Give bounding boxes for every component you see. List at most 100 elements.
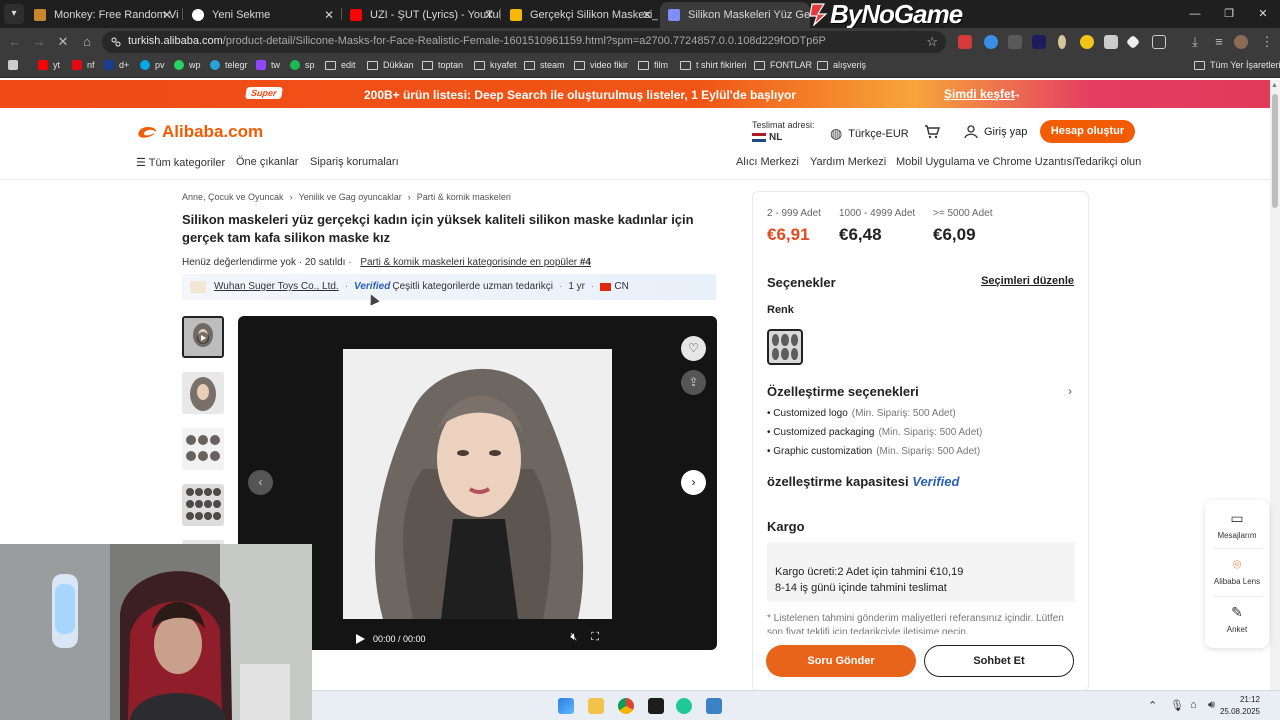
messages-button[interactable]: ▭ Mesajlarım [1205,510,1269,540]
bookmark-yt[interactable]: yt [38,60,60,70]
bookmark-dplus[interactable]: d+ [104,60,129,70]
fullscreen-icon[interactable]: ⛶ [591,631,599,644]
alibaba-logo[interactable]: Alibaba.com [136,122,263,142]
ranking-link[interactable]: Parti & komik maskeleri kategorisinde en… [360,257,591,268]
site-info-icon[interactable] [110,36,122,48]
forward-arrow-icon[interactable]: → [30,33,48,51]
close-tab-icon[interactable]: ✕ [484,8,494,22]
bookmark-telegr[interactable]: telegr [210,60,248,70]
thumbnail-image[interactable] [182,484,224,526]
all-bookmarks-folder[interactable]: Tüm Yer İşaretleri [1194,60,1280,70]
thumbnail-image[interactable] [182,428,224,470]
cart-button[interactable] [924,125,940,139]
system-clock[interactable]: 21:12 25.08.2025 [1220,694,1260,718]
bookmark-folder-kiyafet[interactable]: kıyafet [474,60,517,70]
play-icon[interactable] [356,634,365,644]
media-control-icon[interactable]: ≡ [1210,33,1228,51]
bookmark-star-icon[interactable]: ☆ [926,34,938,50]
bookmark-folder-edit[interactable]: edit [325,60,356,70]
alibaba-lens-button[interactable]: ⌾ Alibaba Lens [1205,556,1269,586]
chat-now-button[interactable]: Sohbet Et [924,645,1074,677]
next-image-arrow-icon[interactable]: › [681,470,706,495]
bookmark-folder-toptan[interactable]: toptan [422,60,463,70]
login-button[interactable]: Giriş yap [964,125,1027,139]
nav-order-protection[interactable]: Sipariş korumaları [310,156,399,168]
address-bar[interactable]: turkish.alibaba.com/product-detail/Silic… [102,31,946,53]
profile-avatar[interactable] [1234,35,1248,49]
supplier-name-link[interactable]: Wuhan Suger Toys Co., Ltd. [214,281,339,292]
survey-button[interactable]: ✎ Anket [1205,604,1269,634]
extension-icon[interactable] [1008,35,1022,49]
back-arrow-icon[interactable]: ← [6,33,24,51]
promo-banner[interactable]: Super 200B+ ürün listesi: Deep Search il… [0,80,1270,108]
delivery-address-selector[interactable]: Teslimat adresi: NL [752,120,815,143]
all-categories-menu[interactable]: ☰ Tüm kategoriler [136,156,225,169]
customization-heading[interactable]: Özelleştirme seçenekleri [767,384,919,399]
close-tab-icon[interactable]: ✕ [162,8,172,22]
url-text[interactable]: turkish.alibaba.com/product-detail/Silic… [128,35,826,47]
thumbnail-image[interactable] [182,372,224,414]
app-taskbar-icon[interactable] [648,698,664,714]
volume-icon[interactable]: 🔊︎ [1208,699,1215,712]
thumbnail-video[interactable] [182,316,224,358]
signup-button[interactable]: Hesap oluştur [1040,120,1135,143]
tray-chevron-up-icon[interactable]: ⌃ [1148,699,1157,712]
apps-grid-icon[interactable] [8,60,23,70]
bookmark-folder-tshirt[interactable]: t shirt fikirleri [680,60,747,70]
extension-icon[interactable] [1032,35,1046,49]
download-icon[interactable]: ⤓ [1186,33,1204,51]
shield-extension-icon[interactable] [1104,35,1118,49]
edit-selections-link[interactable]: Seçimleri düzenle [981,275,1074,287]
share-icon[interactable]: ⇪ [681,370,706,395]
restore-icon[interactable]: ❐ [1212,0,1246,28]
nav-mobile-app[interactable]: Mobil Uygulama ve Chrome Uzantısı [896,156,1075,168]
tab-search-button[interactable]: ▾ [4,4,24,24]
bookmark-pv[interactable]: pv [140,60,165,70]
nav-become-supplier[interactable]: Tedarikçi olun [1074,156,1141,168]
tab-monkey[interactable]: Monkey: Free Random Video C ✕ [26,2,178,28]
bookmark-folder-steam[interactable]: steam [524,60,565,70]
nav-buyer-center[interactable]: Alıcı Merkezi [736,156,799,168]
close-tab-icon[interactable]: ✕ [324,8,334,22]
scrollbar-thumb[interactable] [1272,94,1278,208]
breadcrumb-item[interactable]: Anne, Çocuk ve Oyuncak [182,192,284,202]
nav-help-center[interactable]: Yardım Merkezi [810,156,886,168]
tab-new-tab[interactable]: Yeni Sekme ✕ [184,2,340,28]
color-swatch-selected[interactable] [767,329,803,365]
adblock-extension-icon[interactable] [958,35,972,49]
tab-alibaba-active[interactable]: Silikon Maskeleri Yüz Gerçekçi [660,2,810,28]
bookmark-folder-video-fikir[interactable]: video fikir [574,60,628,70]
chrome-taskbar-icon[interactable] [618,698,634,714]
bookmark-folder-alisveris[interactable]: alışveriş [817,60,866,70]
scroll-up-icon[interactable]: ▲ [1271,82,1278,89]
bookmark-tw[interactable]: tw [256,60,280,70]
file-explorer-icon[interactable] [588,698,604,714]
breadcrumb-item[interactable]: Parti & komik maskeleri [417,192,511,202]
extension-icon[interactable] [1058,35,1066,49]
tab-gercekci-maske[interactable]: Gerçekçi Silikon Maskesi_3 - Ge ✕ [502,2,658,28]
bookmark-folder-film[interactable]: film [638,60,668,70]
puzzle-extensions-icon[interactable] [1152,35,1166,49]
breadcrumb-item[interactable]: Yenilik ve Gag oyuncaklar [299,192,402,202]
close-window-icon[interactable]: ✕ [1246,0,1280,28]
bookmark-wp[interactable]: wp [174,60,201,70]
stop-loading-icon[interactable]: ✕ [54,33,72,51]
page-scrollbar[interactable]: ▲ [1270,80,1280,690]
close-tab-icon[interactable]: ✕ [642,8,652,22]
chevron-right-icon[interactable]: › [1068,384,1072,398]
bookmark-folder-fontlar[interactable]: FONTLAR [754,60,812,70]
app-taskbar-icon[interactable] [706,698,722,714]
nav-featured[interactable]: Öne çıkanlar [236,156,298,168]
tab-youtube[interactable]: UZI - ŞUT (Lyrics) - YouTube ✕ [342,2,500,28]
send-inquiry-button[interactable]: Soru Gönder [766,645,916,677]
windows-start-icon[interactable] [558,698,574,714]
promo-cta-link[interactable]: Şimdi keşfet [944,87,1015,101]
bookmark-nf[interactable]: nf [72,60,95,70]
previous-image-arrow-icon[interactable]: ‹ [248,470,273,495]
minimize-icon[interactable]: — [1178,0,1212,28]
language-currency-selector[interactable]: ◍ Türkçe-EUR [830,125,909,142]
vpn-extension-icon[interactable] [984,35,998,49]
bookmark-folder-dukkan[interactable]: Dükkan [367,60,414,70]
network-icon[interactable]: ⌂ [1190,699,1197,711]
bookmark-sp[interactable]: sp [290,60,315,70]
